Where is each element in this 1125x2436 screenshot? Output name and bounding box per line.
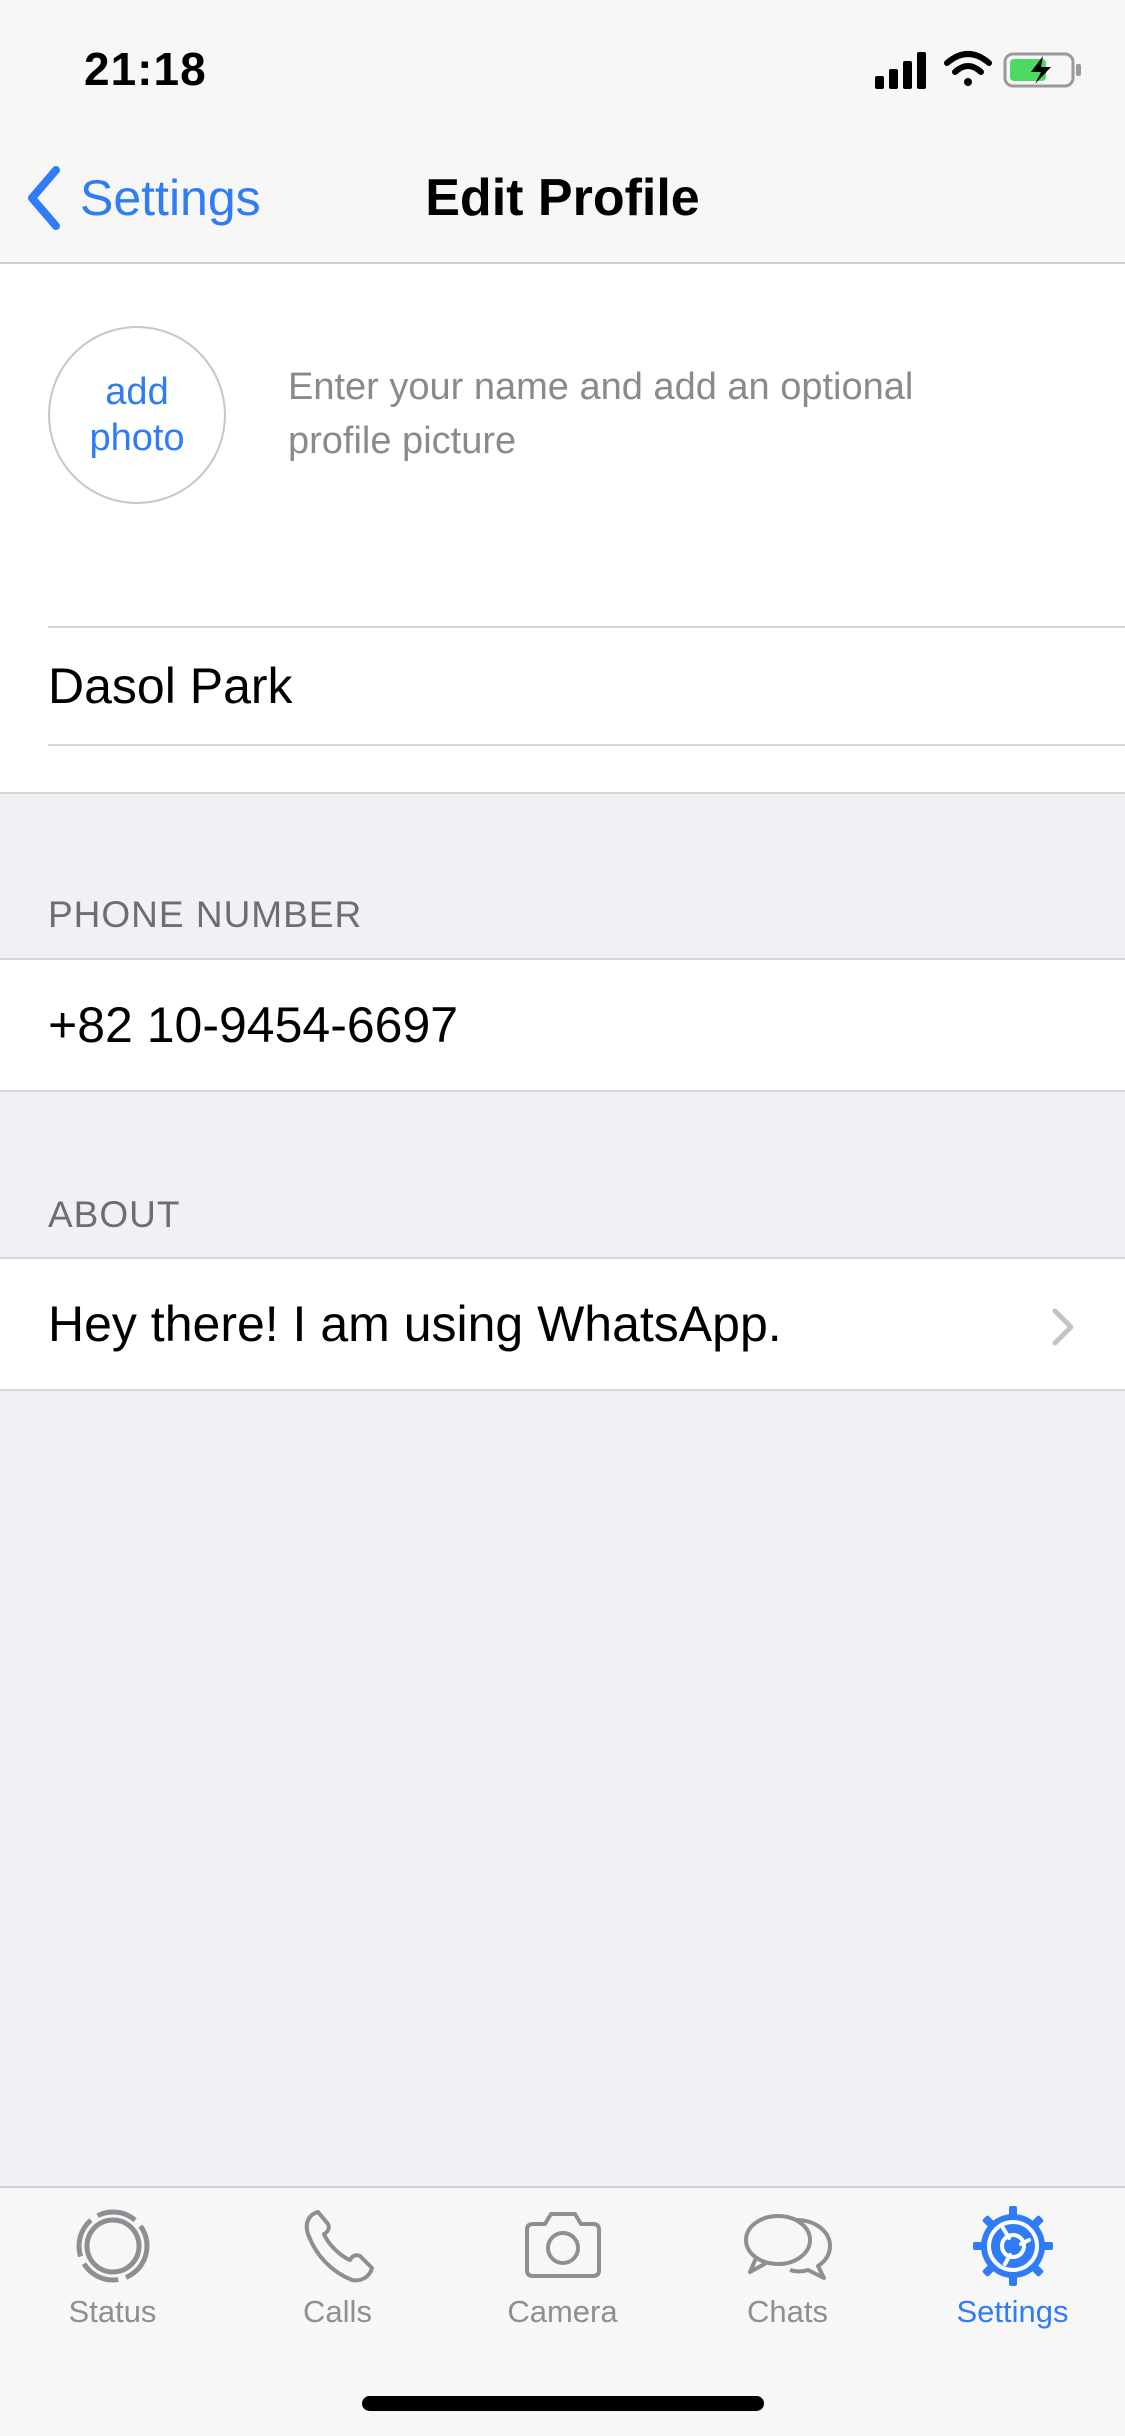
tab-calls[interactable]: Calls (225, 2204, 450, 2354)
tab-status[interactable]: Status (0, 2204, 225, 2354)
about-value: Hey there! I am using WhatsApp. (48, 1296, 782, 1352)
tab-status-label: Status (68, 2294, 157, 2329)
chevron-left-icon (28, 166, 60, 230)
gear-icon (972, 2206, 1053, 2286)
add-photo-button[interactable]: add photo (48, 326, 226, 504)
chat-bubbles-icon (743, 2214, 832, 2280)
about-row[interactable]: Hey there! I am using WhatsApp. (0, 1257, 1125, 1391)
tab-camera[interactable]: Camera (450, 2204, 675, 2354)
phone-icon (304, 2210, 374, 2283)
battery-charging-icon (1003, 52, 1081, 88)
tab-chats[interactable]: Chats (675, 2204, 900, 2354)
status-bar: 21:18 (0, 0, 1125, 132)
status-time: 21:18 (84, 43, 207, 95)
tab-settings[interactable]: Settings (900, 2204, 1125, 2354)
wifi-icon (944, 51, 992, 86)
phone-number-value: +82 10-9454-6697 (48, 997, 459, 1053)
tab-camera-label: Camera (507, 2294, 618, 2329)
status-icons (875, 48, 1085, 92)
add-photo-label-line1: add (105, 371, 169, 413)
signal-icon (875, 52, 926, 89)
phone-number-row: +82 10-9454-6697 (0, 958, 1125, 1092)
tab-chats-label: Chats (747, 2294, 828, 2329)
navigation-bar: Edit Profile Settings (0, 132, 1125, 264)
profile-card: add photo Enter your name and add an opt… (0, 264, 1125, 794)
divider (48, 744, 1125, 746)
tab-calls-label: Calls (303, 2294, 372, 2329)
camera-icon (524, 2212, 601, 2278)
status-icon (76, 2209, 149, 2283)
divider (48, 626, 1125, 628)
chevron-right-icon (1052, 1308, 1074, 1346)
add-photo-label-line2: photo (89, 417, 185, 459)
phone-section-header: PHONE NUMBER (48, 894, 363, 935)
back-button-label: Settings (80, 170, 261, 226)
about-section-header: ABOUT (48, 1194, 181, 1235)
name-field[interactable] (48, 630, 1088, 742)
home-indicator[interactable] (362, 2396, 764, 2411)
back-button[interactable]: Settings (22, 162, 261, 234)
profile-hint-text: Enter your name and add an optional prof… (288, 366, 914, 462)
tab-settings-label: Settings (956, 2294, 1069, 2329)
